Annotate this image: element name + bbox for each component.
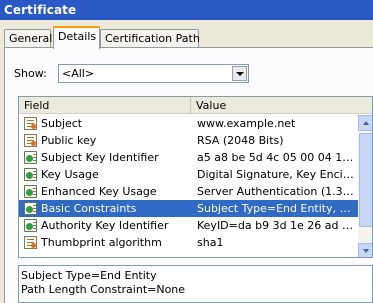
show-dropdown-value: <All> [62, 67, 95, 80]
details-line: Subject Type=End Entity [21, 269, 157, 282]
row-field: Subject [41, 117, 83, 130]
certificate-field-icon [24, 134, 37, 147]
certificate-field-icon [24, 117, 37, 130]
list-row[interactable]: Thumbprint algorithm sha1 [19, 234, 372, 251]
row-value: Subject Type=End Entity, Pat... [197, 202, 355, 215]
extension-icon [24, 151, 37, 164]
fields-list[interactable]: Field Value Subject www.example.net Publ… [18, 96, 373, 258]
row-field: Public key [41, 134, 97, 147]
row-value: sha1 [197, 236, 224, 249]
row-field: Thumbprint algorithm [41, 236, 162, 249]
row-value: RSA (2048 Bits) [197, 134, 284, 147]
tab-general[interactable]: General [4, 29, 52, 48]
list-row[interactable]: Authority Key Identifier KeyID=da b9 3d … [19, 217, 372, 234]
row-field: Authority Key Identifier [41, 219, 169, 232]
scroll-down-arrow-icon[interactable] [358, 243, 372, 257]
certificate-field-icon [24, 236, 37, 249]
scroll-thumb[interactable] [359, 133, 372, 227]
list-header: Field Value [19, 97, 372, 114]
column-header-field[interactable]: Field [19, 97, 191, 114]
list-row-selected[interactable]: Basic Constraints Subject Type=End Entit… [19, 200, 372, 217]
row-value: Server Authentication (1.3.6.... [197, 185, 355, 198]
row-value: KeyID=da b9 3d 1e 26 ad 28 ... [197, 219, 355, 232]
list-row[interactable]: Subject Key Identifier a5 a8 be 5d 4c 05… [19, 149, 372, 166]
show-label: Show: [14, 67, 47, 80]
row-field: Key Usage [41, 168, 99, 181]
extension-icon [24, 202, 37, 215]
extension-icon [24, 219, 37, 232]
details-line: Path Length Constraint=None [21, 283, 186, 296]
row-field: Enhanced Key Usage [41, 185, 157, 198]
row-value: Digital Signature, Key Encipher... [197, 168, 355, 181]
vertical-scrollbar[interactable] [358, 115, 372, 257]
row-value: www.example.net [197, 117, 296, 130]
tab-certification-path[interactable]: Certification Path [100, 29, 200, 48]
list-row[interactable]: Key Usage Digital Signature, Key Enciphe… [19, 166, 372, 183]
extension-icon [24, 185, 37, 198]
show-dropdown[interactable]: <All> [58, 64, 249, 83]
row-value: a5 a8 be 5d 4c 05 00 04 12 1b... [197, 151, 355, 164]
column-header-value[interactable]: Value [191, 97, 372, 114]
tab-strip: General Details Certification Path [4, 26, 373, 49]
scroll-up-arrow-icon[interactable] [358, 115, 372, 131]
row-field: Basic Constraints [41, 202, 137, 215]
field-details-box[interactable]: Subject Type=End Entity Path Length Cons… [18, 265, 373, 303]
window-title: Certificate [0, 0, 373, 20]
list-row[interactable]: Enhanced Key Usage Server Authentication… [19, 183, 372, 200]
tab-details[interactable]: Details [53, 26, 100, 49]
chevron-down-icon[interactable] [232, 66, 247, 81]
list-row[interactable]: Subject www.example.net [19, 115, 372, 132]
list-row[interactable]: Public key RSA (2048 Bits) [19, 132, 372, 149]
row-field: Subject Key Identifier [41, 151, 159, 164]
extension-icon [24, 168, 37, 181]
